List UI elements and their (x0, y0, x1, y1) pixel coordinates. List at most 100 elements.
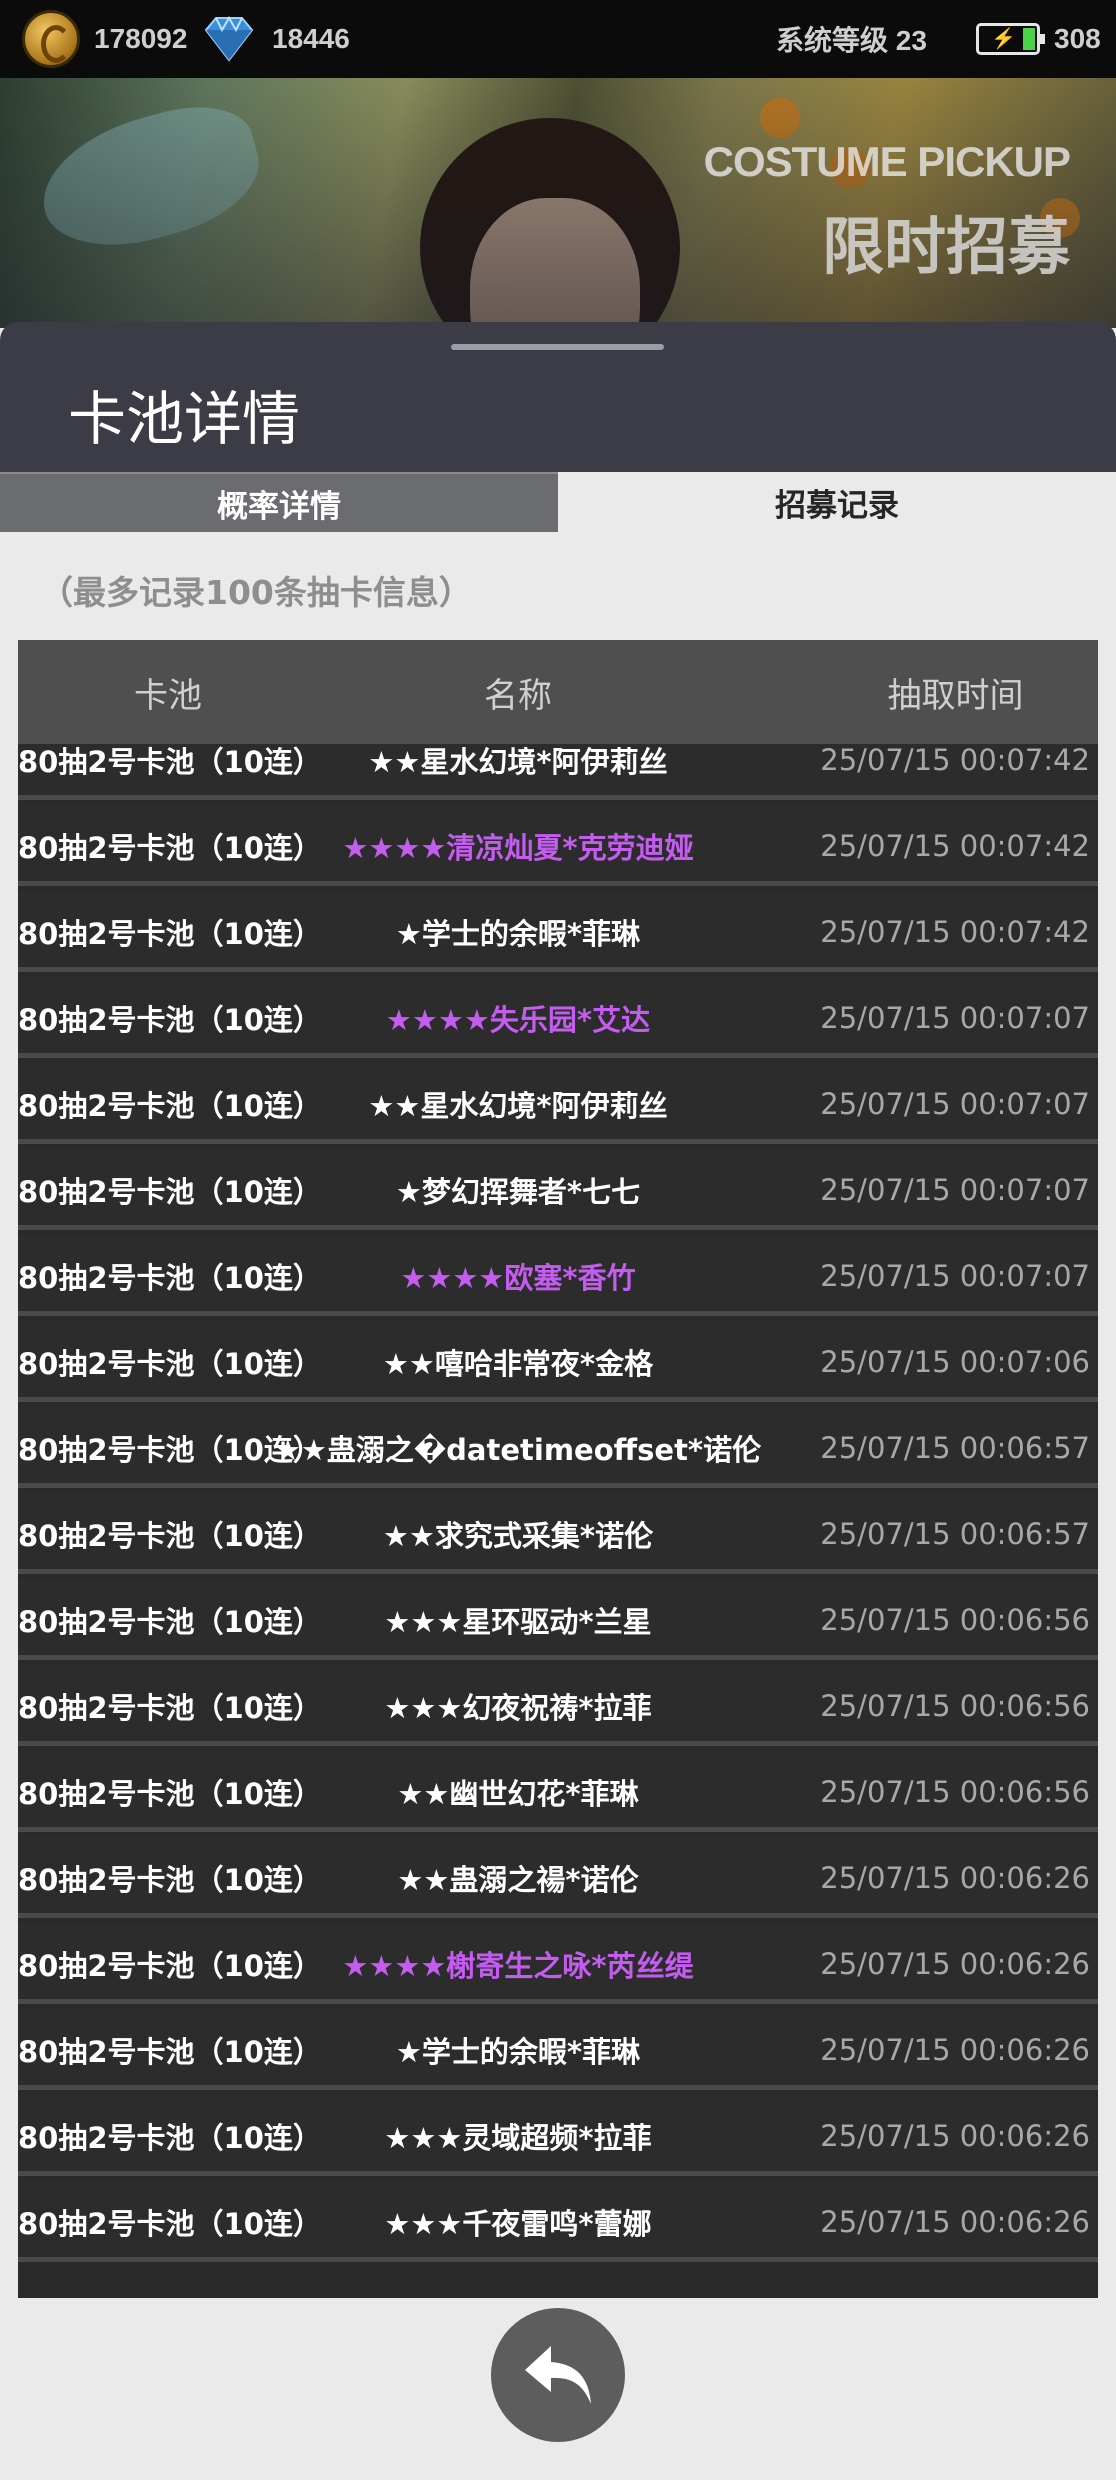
table-row: 80抽2号卡池（10连） ★★★★清凉灿夏*克劳迪娅 25/07/15 00:07:… (18, 805, 1098, 886)
table-header: 卡池 名称 抽取时间 (18, 640, 1098, 744)
row-pool: 80抽2号卡池（10连） (18, 744, 322, 779)
table-row: 80抽2号卡池（10连） ★★★★失乐园*艾达 25/07/15 00:07:07 (18, 977, 1098, 1058)
system-level: 系统等级 23 (776, 0, 927, 78)
row-time: 25/07/15 00:06:56 (820, 1774, 1090, 1809)
coin-counter[interactable]: 178092 (22, 0, 187, 78)
banner-title-cn: 限时招募 (821, 210, 1070, 283)
row-card-name: ★★★灵域超频*拉菲 (384, 2120, 652, 2155)
row-time: 25/07/15 00:07:42 (820, 828, 1090, 863)
status-bar: 178092 18446 系统等级 23 ⚡ 308 (0, 0, 1116, 78)
gem-counter[interactable]: 18446 (200, 0, 350, 78)
row-card-name: ★★蛊溺之禓*诺伦 (397, 1862, 639, 1897)
tab-probability[interactable]: 概率详情 (0, 472, 558, 532)
tab-records[interactable]: 招募记录 (558, 472, 1116, 532)
row-pool: 80抽2号卡池（10连） (18, 1690, 322, 1725)
row-pool: 80抽2号卡池（10连） (18, 1432, 322, 1467)
row-pool: 80抽2号卡池（10连） (18, 1260, 322, 1295)
costume-banner: COSTUME PICKUP 限时招募 (0, 78, 1116, 328)
row-time: 25/07/15 00:07:07 (820, 1172, 1090, 1207)
table-body[interactable]: 80抽2号卡池（10连） ★★星水幻境*阿伊莉丝 25/07/15 00:07:42… (18, 744, 1098, 2298)
row-pool: 80抽2号卡池（10连） (18, 1088, 322, 1123)
system-level-text: 系统等级 23 (776, 25, 927, 56)
row-pool: 80抽2号卡池（10连） (18, 830, 322, 865)
table-row: 80抽2号卡池（10连） ★★幽世幻花*菲琳 25/07/15 00:06:56 (18, 1751, 1098, 1832)
row-card-name: ★★★★失乐园*艾达 (385, 1002, 651, 1037)
table-row: 80抽2号卡池（10连） ★★求究式采集*诺伦 25/07/15 00:06:57 (18, 1493, 1098, 1574)
diamond-icon (204, 16, 254, 62)
banner-title-en: COSTUME PICKUP (703, 138, 1071, 185)
table-row: 80抽2号卡池（10连） ★★★星环驱动*兰星 25/07/15 00:06:56 (18, 1579, 1098, 1660)
row-pool: 80抽2号卡池（10连） (18, 1518, 322, 1553)
row-card-name: ★★求究式采集*诺伦 (382, 1518, 654, 1553)
row-pool: 80抽2号卡池（10连） (18, 2034, 322, 2069)
row-card-name: ★★★★欧塞*香竹 (400, 1260, 636, 1295)
row-time: 25/07/15 00:06:26 (820, 1860, 1090, 1895)
row-pool: 80抽2号卡池（10连） (18, 1002, 322, 1037)
row-card-name: ★★★★清凉灿夏*克劳迪娅 (342, 830, 694, 865)
table-row: 80抽2号卡池（10连） ★★蛊溺之�datetimeoffset*诺伦 25/07… (18, 1407, 1098, 1488)
table-row: 80抽2号卡池（10连） ★★星水幻境*阿伊莉丝 25/07/15 00:07:07 (18, 1063, 1098, 1144)
panel-header: 卡池详情 (0, 322, 1116, 472)
row-pool: 80抽2号卡池（10连） (18, 1948, 322, 1983)
row-card-name: ★学士的余暇*菲琳 (395, 2034, 641, 2069)
back-arrow-icon (525, 2346, 591, 2404)
row-card-name: ★学士的余暇*菲琳 (395, 916, 641, 951)
row-time: 25/07/15 00:06:26 (820, 2204, 1090, 2239)
row-card-name: ★★蛊溺之�datetimeoffset*诺伦 (274, 1432, 762, 1467)
row-time: 25/07/15 00:06:57 (820, 1516, 1090, 1551)
row-time: 25/07/15 00:06:26 (820, 2118, 1090, 2153)
table-row: 80抽2号卡池（10连） ★学士的余暇*菲琳 25/07/15 00:06:26 (18, 2009, 1098, 2090)
row-card-name: ★★★星环驱动*兰星 (384, 1604, 652, 1639)
row-time: 25/07/15 00:07:42 (820, 744, 1090, 777)
row-time: 25/07/15 00:07:07 (820, 1258, 1090, 1293)
row-time: 25/07/15 00:06:26 (820, 2032, 1090, 2067)
table-row: 80抽2号卡池（10连） ★★蛊溺之禓*诺伦 25/07/15 00:06:26 (18, 1837, 1098, 1918)
table-row: 80抽2号卡池（10连） ★★嘻哈非常夜*金格 25/07/15 00:07:06 (18, 1321, 1098, 1402)
gem-amount: 18446 (272, 23, 350, 54)
table-row: 80抽2号卡池（10连） ★★★★榭寄生之咏*芮丝缇 25/07/15 00:06:… (18, 1923, 1098, 2004)
table-row: 80抽2号卡池（10连） ★★★幻夜祝祷*拉菲 25/07/15 00:06:56 (18, 1665, 1098, 1746)
row-time: 25/07/15 00:06:56 (820, 1602, 1090, 1637)
row-time: 25/07/15 00:07:42 (820, 914, 1090, 949)
table-row: 80抽2号卡池（10连） ★★星水幻境*阿伊莉丝 25/07/15 00:07:42 (18, 744, 1098, 800)
row-time: 25/07/15 00:06:26 (820, 1946, 1090, 1981)
column-header-time: 抽取时间 (887, 675, 1024, 716)
row-pool: 80抽2号卡池（10连） (18, 1862, 322, 1897)
panel-title: 卡池详情 (68, 385, 301, 453)
row-card-name: ★★星水幻境*阿伊莉丝 (368, 744, 668, 779)
row-pool: 80抽2号卡池（10连） (18, 1604, 322, 1639)
row-time: 25/07/15 00:07:07 (820, 1086, 1090, 1121)
records-note: （最多记录100条抽卡信息） (40, 573, 472, 612)
drag-handle[interactable] (451, 344, 664, 350)
row-pool: 80抽2号卡池（10连） (18, 916, 322, 951)
row-card-name: ★★幽世幻花*菲琳 (397, 1776, 639, 1811)
battery-icon: ⚡ (976, 23, 1045, 55)
row-time: 25/07/15 00:06:56 (820, 1688, 1090, 1723)
row-card-name: ★★嘻哈非常夜*金格 (382, 1346, 654, 1381)
energy-amount: 308 (1054, 23, 1101, 54)
tab-bar: 概率详情 招募记录 (0, 472, 1116, 532)
row-card-name: ★★★幻夜祝祷*拉菲 (384, 1690, 652, 1725)
coin-amount: 178092 (94, 23, 188, 54)
table-row: 80抽2号卡池（10连） ★★★灵域超频*拉菲 25/07/15 00:06:26 (18, 2095, 1098, 2176)
row-card-name: ★梦幻挥舞者*七七 (395, 1174, 641, 1209)
column-header-name: 名称 (484, 675, 552, 716)
table-row: 80抽2号卡池（10连） ★★★★欧塞*香竹 25/07/15 00:07:07 (18, 1235, 1098, 1316)
row-time: 25/07/15 00:06:57 (820, 1430, 1090, 1465)
table-row: 80抽2号卡池（10连） ★学士的余暇*菲琳 25/07/15 00:07:42 (18, 891, 1098, 972)
records-table: 卡池 名称 抽取时间 80抽2号卡池（10连） ★★星水幻境*阿伊莉丝 25/07/… (18, 640, 1098, 2298)
row-time: 25/07/15 00:07:07 (820, 1000, 1090, 1035)
table-row: 80抽2号卡池（10连） ★★★千夜雷鸣*蕾娜 25/07/15 00:06:26 (18, 2181, 1098, 2262)
column-header-pool: 卡池 (134, 675, 202, 716)
back-button[interactable] (491, 2308, 625, 2442)
row-pool: 80抽2号卡池（10连） (18, 2120, 322, 2155)
row-card-name: ★★星水幻境*阿伊莉丝 (368, 1088, 668, 1123)
table-row: 80抽2号卡池（10连） ★梦幻挥舞者*七七 25/07/15 00:07:07 (18, 1149, 1098, 1230)
row-time: 25/07/15 00:07:06 (820, 1344, 1090, 1379)
coin-icon (22, 10, 80, 68)
row-pool: 80抽2号卡池（10连） (18, 2206, 322, 2241)
row-card-name: ★★★千夜雷鸣*蕾娜 (384, 2206, 652, 2241)
row-pool: 80抽2号卡池（10连） (18, 1346, 322, 1381)
row-pool: 80抽2号卡池（10连） (18, 1174, 322, 1209)
energy-counter[interactable]: ⚡ 308 (976, 0, 1101, 78)
